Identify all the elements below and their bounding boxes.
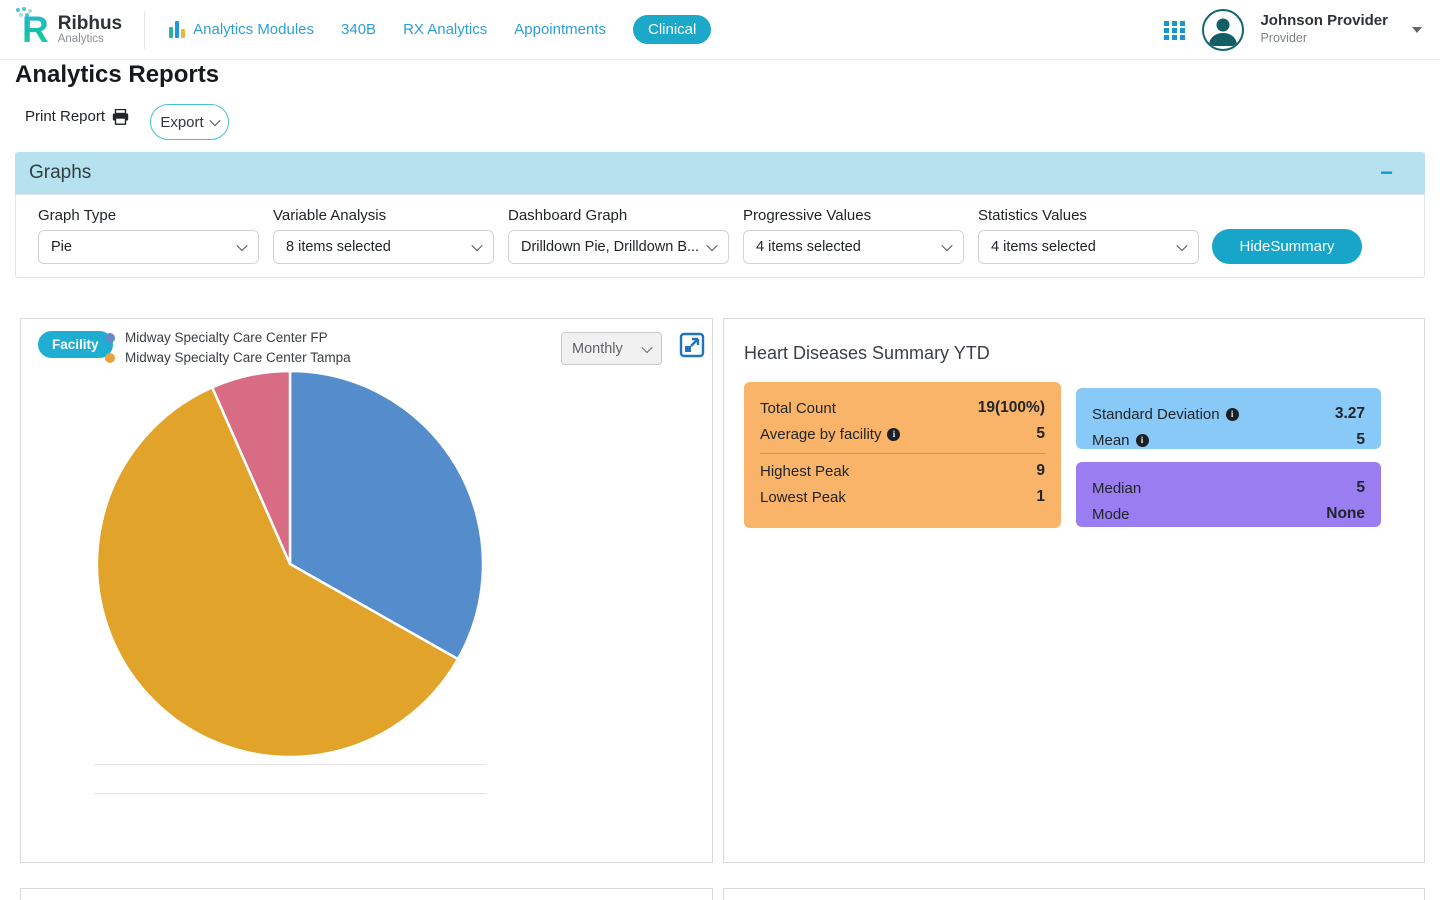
variable-analysis-select[interactable]: 8 items selected [273,230,494,264]
user-role: Provider [1260,31,1388,47]
next-row-card-left [20,888,713,900]
stat-row: Mean i 5 [1092,431,1365,449]
variable-analysis-label: Variable Analysis [273,207,494,224]
info-icon[interactable]: i [887,428,900,441]
stat-row: Lowest Peak 1 [760,488,1045,506]
stat-row: Highest Peak 9 [760,462,1045,480]
dashboard-graph-label: Dashboard Graph [508,207,729,224]
stat-row: Average by facility i 5 [760,425,1045,443]
statistics-values-select[interactable]: 4 items selected [978,230,1199,264]
graph-type-label: Graph Type [38,207,259,224]
nav-item-appointments[interactable]: Appointments [514,21,606,38]
collapse-icon[interactable]: − [1380,168,1393,178]
divider-line [94,764,486,765]
logo-r-icon: R [18,11,49,48]
brand-name: Ribhus [58,14,122,34]
user-name: Johnson Provider [1260,12,1388,31]
graphs-section-title: Graphs [29,162,91,184]
nav-item-analytics-modules[interactable]: Analytics Modules [169,21,314,38]
page-title: Analytics Reports [15,61,219,89]
brand-logo[interactable]: R Ribhus Analytics [18,11,122,48]
stat-divider [760,453,1045,454]
chevron-down-icon [209,115,220,126]
facility-legend-badge: Facility [38,331,113,358]
deviation-stat-box: Standard Deviation i 3.27 Mean i 5 [1076,388,1381,449]
hide-summary-button[interactable]: HideSummary [1212,229,1362,264]
nav-item-clinical-active[interactable]: Clinical [633,15,711,44]
info-icon[interactable]: i [1136,434,1149,447]
apps-grid-icon[interactable] [1164,19,1186,41]
person-icon [1205,12,1241,48]
graphs-section-header[interactable]: Graphs − [15,152,1425,194]
bar-chart-icon [169,21,185,38]
statistics-values-label: Statistics Values [978,207,1199,224]
graph-type-select[interactable]: Pie [38,230,259,264]
graphs-controls-panel: Graph Type Pie Variable Analysis 8 items… [15,194,1425,278]
facility-pie[interactable] [90,364,490,764]
stat-row: Standard Deviation i 3.27 [1092,405,1365,423]
user-avatar[interactable] [1202,9,1244,51]
chevron-down-icon [236,240,247,251]
chevron-down-icon [941,240,952,251]
main-nav: Analytics Modules 340B RX Analytics Appo… [169,15,711,44]
print-report-button[interactable]: Print Report [25,108,129,125]
nav-item-340b[interactable]: 340B [341,21,376,38]
printer-icon [112,109,129,125]
user-menu-caret-icon[interactable] [1412,27,1422,33]
count-stat-box: Total Count 19(100%) Average by facility… [744,382,1061,528]
chevron-down-icon [706,240,717,251]
summary-title: Heart Diseases Summary YTD [744,343,990,364]
expand-chart-icon[interactable] [679,332,705,358]
stat-row: Mode None [1092,505,1365,523]
chevron-down-icon [641,341,652,352]
legend-item-fp[interactable]: Midway Specialty Care Center FP [105,330,351,345]
chevron-down-icon [471,240,482,251]
stat-row: Median 5 [1092,479,1365,497]
dashboard-graph-select[interactable]: Drilldown Pie, Drilldown B... [508,230,729,264]
legend-dot-yellow-icon [105,353,115,363]
period-select[interactable]: Monthly [561,332,662,365]
export-button[interactable]: Export [150,104,229,140]
progressive-values-label: Progressive Values [743,207,964,224]
info-icon[interactable]: i [1226,408,1239,421]
analytics-dashboard: R Ribhus Analytics Analytics Modules 340… [0,0,1440,900]
summary-card: Heart Diseases Summary YTD Total Count 1… [723,318,1425,863]
stat-row: Total Count 19(100%) [760,399,1045,417]
chevron-down-icon [1176,240,1187,251]
facility-pie-card: Facility Midway Specialty Care Center FP… [20,318,713,863]
nav-item-rx-analytics[interactable]: RX Analytics [403,21,487,38]
header-divider [144,11,145,49]
top-nav-bar: R Ribhus Analytics Analytics Modules 340… [0,0,1440,60]
median-stat-box: Median 5 Mode None [1076,462,1381,527]
brand-subtitle: Analytics [58,33,122,45]
legend-item-tampa[interactable]: Midway Specialty Care Center Tampa [105,350,351,365]
legend-dot-blue-icon [105,333,115,343]
divider-line [94,793,486,794]
progressive-values-select[interactable]: 4 items selected [743,230,964,264]
next-row-card-right [723,888,1425,900]
